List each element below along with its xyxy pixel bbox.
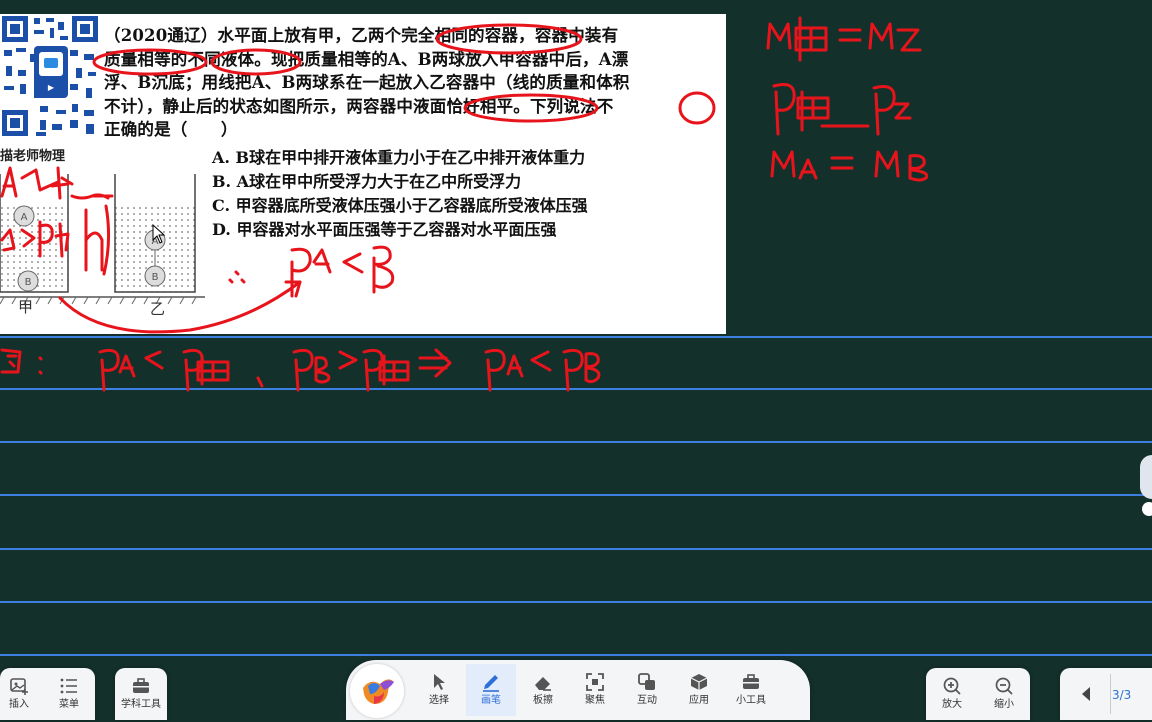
page-indicator: 3/3 — [1112, 688, 1132, 702]
bird-logo-icon — [363, 679, 394, 704]
prev-page-button[interactable] — [1072, 680, 1100, 708]
option-c: C. 甲容器底所受液体压强小于乙容器底所受液体压强 — [212, 196, 588, 215]
ball-a-label: A — [21, 212, 28, 223]
zoom-out-icon — [995, 677, 1013, 695]
zoom-out-label: 缩小 — [994, 699, 1014, 710]
app-logo-button[interactable] — [350, 664, 404, 718]
side-panel-dot[interactable] — [1142, 502, 1152, 516]
pen-icon — [483, 675, 499, 692]
option-a: A. B球在甲中排开液体重力小于在乙中排开液体重力 — [212, 148, 586, 167]
ball-b-label: B — [25, 277, 32, 288]
subject-tools-button[interactable]: 学科工具 — [116, 668, 166, 720]
main-toolbar: 选择 画笔 板擦 聚焦 互动 应用 小工具 — [346, 660, 810, 720]
ruled-line — [0, 388, 1152, 390]
pen-tool-button[interactable]: 画笔 — [466, 664, 516, 716]
zoom-in-button[interactable]: 放大 — [927, 668, 977, 720]
menu-icon — [60, 678, 77, 694]
subject-tools-group: 学科工具 — [115, 668, 167, 720]
gadgets-tool-button[interactable]: 小工具 — [726, 664, 776, 716]
zoom-in-icon — [943, 677, 961, 695]
insert-button[interactable]: 插入 — [0, 668, 44, 720]
question-line: 质量相等的不同液体。现把质量相等的A、B两球放入甲容器中后，A漂 — [104, 49, 629, 69]
menu-label: 菜单 — [59, 699, 79, 710]
select-tool-label: 选择 — [429, 695, 449, 706]
answer-options: A. B球在甲中排开液体重力小于在乙中排开液体重力 B. A球在甲中所受浮力大于… — [212, 146, 588, 242]
question-image[interactable]: ▶ 描老师物理 （2020通辽）水平面上放有甲，乙两个完全相同的容器，容器中装有… — [0, 14, 726, 334]
toolbox-icon — [133, 678, 149, 693]
page-navigator — [1060, 668, 1152, 720]
eraser-tool-button[interactable]: 板擦 — [518, 664, 568, 716]
toolbox-icon — [743, 674, 759, 689]
option-d: D. 甲容器对水平面压强等于乙容器对水平面压强 — [212, 220, 557, 239]
select-tool-button[interactable]: 选择 — [414, 664, 464, 716]
ruled-line — [0, 441, 1152, 443]
question-line: （2020通辽）水平面上放有甲，乙两个完全相同的容器，容器中装有 — [104, 26, 619, 45]
interact-icon — [638, 673, 655, 690]
apps-tool-button[interactable]: 应用 — [674, 664, 724, 716]
insert-image-icon — [10, 678, 28, 695]
container-left-label: 甲 — [18, 298, 34, 316]
focus-icon — [586, 673, 604, 691]
subject-tools-label: 学科工具 — [121, 699, 161, 710]
eraser-tool-label: 板擦 — [533, 695, 553, 706]
question-line: 正确的是（ ） — [104, 120, 238, 139]
eraser-icon — [535, 677, 551, 691]
apps-tool-label: 应用 — [689, 695, 709, 706]
focus-tool-label: 聚焦 — [585, 695, 605, 706]
pen-tool-label: 画笔 — [481, 695, 501, 706]
question-line: 不计），静止后的状态如图所示，两容器中液面恰好相平。下列说法不 — [104, 96, 614, 116]
mouse-pointer-icon — [152, 224, 166, 244]
ruled-line — [0, 336, 1152, 338]
container-right-label: 乙 — [150, 300, 166, 318]
ruled-line — [0, 494, 1152, 496]
left-toolbar: 插入 菜单 — [0, 668, 95, 720]
question-text: （2020通辽）水平面上放有甲，乙两个完全相同的容器，容器中装有 质量相等的不同… — [104, 24, 716, 142]
interact-tool-button[interactable]: 互动 — [622, 664, 672, 716]
zoom-toolbar: 放大 缩小 — [926, 668, 1030, 720]
cursor-icon — [434, 674, 445, 690]
svg-text:▶: ▶ — [48, 83, 55, 92]
zoom-in-label: 放大 — [942, 699, 962, 710]
qr-code-icon: ▶ — [0, 14, 100, 142]
interact-tool-label: 互动 — [637, 695, 657, 706]
ruled-line — [0, 601, 1152, 603]
watermark-text: 描老师物理 — [0, 149, 66, 164]
divider — [1110, 674, 1111, 714]
cube-icon — [690, 674, 708, 690]
ball-b-label: B — [152, 272, 159, 283]
zoom-out-button[interactable]: 缩小 — [979, 668, 1029, 720]
focus-tool-button[interactable]: 聚焦 — [570, 664, 620, 716]
side-panel-handle[interactable] — [1140, 455, 1152, 499]
ruled-line — [0, 654, 1152, 656]
option-b: B. A球在甲中所受浮力大于在乙中所受浮力 — [212, 172, 522, 191]
insert-label: 插入 — [9, 699, 29, 710]
ruled-line — [0, 548, 1152, 550]
gadgets-tool-label: 小工具 — [736, 695, 766, 706]
question-line: 浮、B沉底；用线把A、B两球系在一起放入乙容器中（线的质量和体积 — [104, 73, 630, 92]
menu-button[interactable]: 菜单 — [44, 668, 94, 720]
chevron-left-icon — [1082, 687, 1090, 701]
